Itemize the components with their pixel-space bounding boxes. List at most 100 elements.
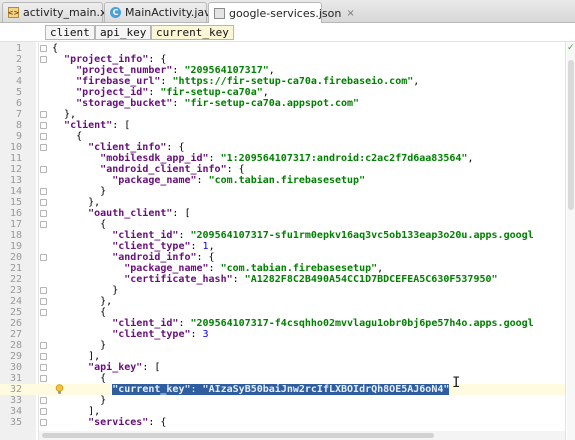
code-line[interactable]: 27 "client_type": 3 bbox=[0, 329, 565, 340]
code-text[interactable]: "project_number": "209564107317", bbox=[52, 65, 275, 76]
code-line[interactable]: 8 "client": [ bbox=[0, 120, 565, 131]
code-line[interactable]: 5 "project_id": "fir-setup-ca70a", bbox=[0, 87, 565, 98]
fold-marker-icon[interactable] bbox=[40, 364, 47, 371]
code-line[interactable]: 2 "project_info": { bbox=[0, 54, 565, 65]
code-text[interactable]: "android_info": { bbox=[52, 252, 214, 263]
code-text[interactable]: "services": { bbox=[52, 417, 166, 428]
code-line[interactable]: 23 } bbox=[0, 285, 565, 296]
code-text[interactable]: "client_info": { bbox=[52, 142, 184, 153]
code-line[interactable]: 29 ], bbox=[0, 351, 565, 362]
code-line[interactable]: 12 "android_client_info": { bbox=[0, 164, 565, 175]
code-line[interactable]: 13 "package_name": "com.tabian.firebases… bbox=[0, 175, 565, 186]
fold-marker-icon[interactable] bbox=[40, 144, 47, 151]
code-line[interactable]: 11 "mobilesdk_app_id": "1:209564107317:a… bbox=[0, 153, 565, 164]
breadcrumb-item-api-key[interactable]: api_key bbox=[95, 25, 152, 40]
code-text[interactable]: "android_client_info": { bbox=[52, 164, 245, 175]
fold-marker-icon[interactable] bbox=[40, 166, 47, 173]
code-text[interactable]: "mobilesdk_app_id": "1:209564107317:andr… bbox=[52, 153, 473, 164]
fold-marker-icon[interactable] bbox=[40, 56, 47, 63]
breadcrumb-item-client[interactable]: client bbox=[45, 25, 95, 40]
text-selection[interactable]: "current_key": "AIzaSyB50baiJnw2rcIfLXBO… bbox=[112, 384, 450, 395]
fold-marker-icon[interactable] bbox=[40, 45, 47, 52]
horizontal-scrollbar-thumb[interactable] bbox=[42, 433, 434, 438]
fold-marker-icon[interactable] bbox=[40, 122, 47, 129]
tab-main-activity-java[interactable]: C MainActivity.java × bbox=[104, 2, 231, 22]
fold-marker-icon[interactable] bbox=[40, 342, 47, 349]
code-text[interactable]: "firebase_url": "https://fir-setup-ca70a… bbox=[52, 76, 419, 87]
lightbulb-icon[interactable] bbox=[55, 384, 64, 395]
code-text[interactable]: } bbox=[52, 186, 106, 197]
fold-marker-icon[interactable] bbox=[40, 309, 47, 316]
code-line[interactable]: 24 }, bbox=[0, 296, 565, 307]
tab-activity-main-xml[interactable]: <> activity_main.xml × bbox=[2, 2, 134, 22]
code-text[interactable]: { bbox=[52, 131, 82, 142]
code-editor[interactable]: 1{2 "project_info": {3 "project_number":… bbox=[0, 42, 575, 440]
close-icon[interactable]: × bbox=[346, 8, 354, 19]
code-line[interactable]: 14 } bbox=[0, 186, 565, 197]
code-line[interactable]: 3 "project_number": "209564107317", bbox=[0, 65, 565, 76]
breadcrumb-item-current-key[interactable]: current_key bbox=[151, 25, 234, 40]
code-line[interactable]: 32 "current_key": "AIzaSyB50baiJnw2rcIfL… bbox=[0, 384, 565, 395]
code-line[interactable]: 10 "client_info": { bbox=[0, 142, 565, 153]
code-text[interactable]: { bbox=[52, 307, 106, 318]
code-text[interactable]: }, bbox=[52, 197, 100, 208]
inspection-ok-icon[interactable]: ✓ bbox=[567, 44, 575, 53]
code-text[interactable]: "package_name": "com.tabian.firebasesetu… bbox=[52, 175, 365, 186]
code-line[interactable]: 21 "package_name": "com.tabian.firebases… bbox=[0, 263, 565, 274]
code-line[interactable]: 28 } bbox=[0, 340, 565, 351]
code-line[interactable]: 30 "api_key": [ bbox=[0, 362, 565, 373]
code-text[interactable]: "project_info": { bbox=[52, 54, 166, 65]
code-text[interactable]: { bbox=[52, 219, 106, 230]
code-line[interactable]: 22 "certificate_hash": "A1282F8C2B490A54… bbox=[0, 274, 565, 285]
code-line[interactable]: 26 "client_id": "209564107317-f4csqhho02… bbox=[0, 318, 565, 329]
code-line[interactable]: 1{ bbox=[0, 43, 565, 54]
code-text[interactable]: }, bbox=[52, 296, 112, 307]
tab-google-services-json[interactable]: google-services.json × bbox=[208, 2, 355, 23]
code-line[interactable]: 33 } bbox=[0, 395, 565, 406]
code-text[interactable]: "certificate_hash": "A1282F8C2B490A54CC1… bbox=[52, 274, 497, 285]
code-text[interactable]: "client": [ bbox=[52, 120, 130, 131]
fold-marker-icon[interactable] bbox=[40, 375, 47, 382]
fold-marker-icon[interactable] bbox=[40, 199, 47, 206]
fold-marker-icon[interactable] bbox=[40, 408, 47, 415]
code-text[interactable]: }, bbox=[52, 109, 76, 120]
code-text[interactable]: } bbox=[52, 395, 106, 406]
code-line[interactable]: 9 { bbox=[0, 131, 565, 142]
code-line[interactable]: 7 }, bbox=[0, 109, 565, 120]
fold-marker-icon[interactable] bbox=[40, 254, 47, 261]
code-text[interactable]: ], bbox=[52, 406, 100, 417]
code-line[interactable]: 25 { bbox=[0, 307, 565, 318]
code-line[interactable]: 15 }, bbox=[0, 197, 565, 208]
code-text[interactable]: "oauth_client": [ bbox=[52, 208, 190, 219]
code-text[interactable]: "client_type": 3 bbox=[52, 329, 208, 340]
fold-marker-icon[interactable] bbox=[40, 221, 47, 228]
code-line[interactable]: 6 "storage_bucket": "fir-setup-ca70a.app… bbox=[0, 98, 565, 109]
code-text[interactable]: "storage_bucket": "fir-setup-ca70a.appsp… bbox=[52, 98, 359, 109]
code-text[interactable]: "package_name": "com.tabian.firebasesetu… bbox=[52, 263, 383, 274]
code-text[interactable]: } bbox=[52, 285, 118, 296]
code-line[interactable]: 16 "oauth_client": [ bbox=[0, 208, 565, 219]
code-text[interactable]: "client_id": "209564107317-f4csqhho02mvv… bbox=[52, 318, 533, 329]
fold-marker-icon[interactable] bbox=[40, 298, 47, 305]
vertical-scrollbar-thumb[interactable] bbox=[568, 60, 574, 210]
code-text[interactable]: "client_id": "209564107317-sfu1rm0epkv16… bbox=[52, 230, 533, 241]
fold-marker-icon[interactable] bbox=[40, 287, 47, 294]
fold-marker-icon[interactable] bbox=[40, 188, 47, 195]
code-line[interactable]: 35 "services": { bbox=[0, 417, 565, 428]
fold-marker-icon[interactable] bbox=[40, 111, 47, 118]
code-line[interactable]: 4 "firebase_url": "https://fir-setup-ca7… bbox=[0, 76, 565, 87]
code-line[interactable]: 34 ], bbox=[0, 406, 565, 417]
code-line[interactable]: 17 { bbox=[0, 219, 565, 230]
code-line[interactable]: 20 "android_info": { bbox=[0, 252, 565, 263]
code-text[interactable]: { bbox=[52, 43, 58, 54]
fold-marker-icon[interactable] bbox=[40, 133, 47, 140]
code-text[interactable]: { bbox=[52, 373, 106, 384]
fold-marker-icon[interactable] bbox=[40, 210, 47, 217]
code-line[interactable]: 31 { bbox=[0, 373, 565, 384]
fold-marker-icon[interactable] bbox=[40, 353, 47, 360]
fold-marker-icon[interactable] bbox=[40, 419, 47, 426]
fold-marker-icon[interactable] bbox=[40, 397, 47, 404]
code-text[interactable]: "client_type": 1, bbox=[52, 241, 214, 252]
code-text[interactable]: } bbox=[52, 340, 106, 351]
code-text[interactable]: "api_key": [ bbox=[52, 362, 160, 373]
